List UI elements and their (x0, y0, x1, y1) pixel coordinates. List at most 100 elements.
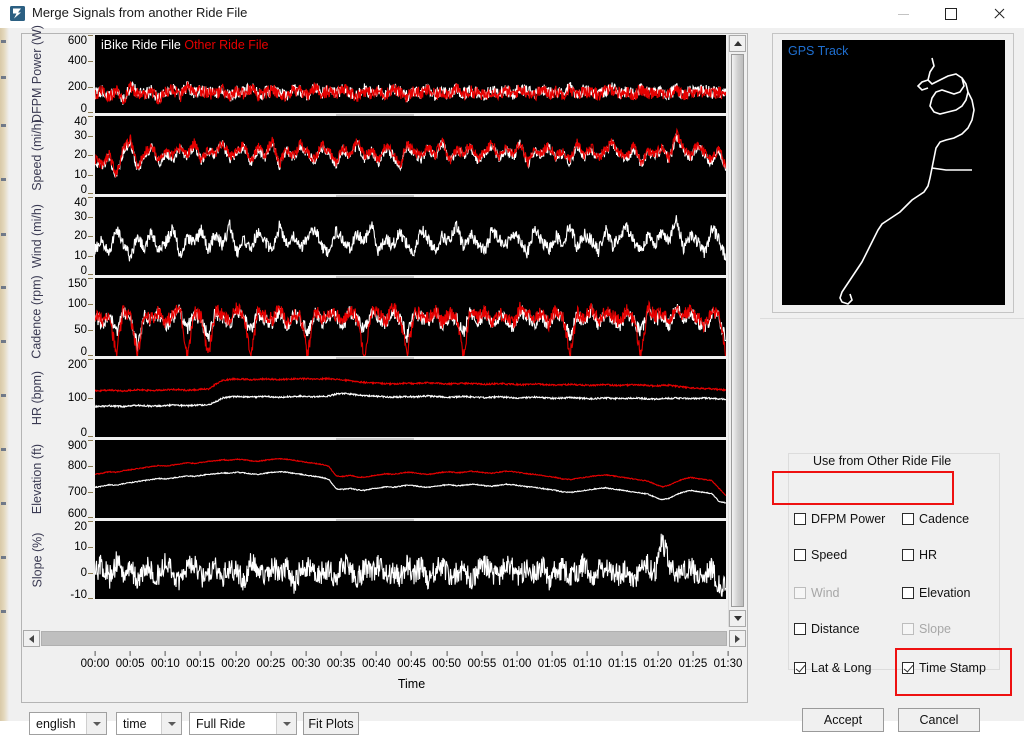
series-line (95, 215, 726, 261)
plot-canvas[interactable] (95, 278, 726, 356)
scroll-left-button[interactable] (23, 630, 40, 647)
scroll-down-button[interactable] (729, 610, 746, 627)
y-tick-mark (88, 278, 93, 279)
y-axis-label: HR (bpm) (29, 359, 45, 437)
x-tick-label: 01:10 (573, 658, 602, 670)
checkbox-unchecked-icon (794, 587, 806, 599)
checkbox-dfpm-power[interactable]: DFPM Power (794, 512, 885, 526)
checkbox-unchecked-icon (902, 549, 914, 561)
checkbox-cadence[interactable]: Cadence (902, 512, 969, 526)
y-axis-label: Wind (mi/h) (29, 197, 45, 275)
y-axis-label-text: Speed (mi/h) (30, 119, 44, 191)
plot-canvas[interactable] (95, 116, 726, 194)
y-tick-label: 0 (81, 265, 87, 277)
maximize-button[interactable] (928, 0, 974, 28)
range-arrow[interactable] (276, 713, 296, 734)
y-axis-label: Elevation (ft) (29, 440, 45, 518)
y-tick-mark (88, 136, 93, 137)
x-tick-label: 00:05 (116, 658, 145, 670)
plot-canvas[interactable] (95, 440, 726, 518)
x-tick-label: 01:20 (643, 658, 672, 670)
x-tick-mark (552, 651, 553, 656)
checkbox-label: Cadence (919, 512, 969, 526)
accept-button[interactable]: Accept (802, 708, 884, 732)
scroll-right-button[interactable] (729, 630, 746, 647)
plot-canvas[interactable] (95, 521, 726, 599)
x-tick-mark (657, 651, 658, 656)
series-line (95, 378, 726, 392)
y-tick-label: 600 (68, 35, 87, 47)
x-tick-label: 00:50 (432, 658, 461, 670)
x-tick: 01:05 (538, 651, 567, 670)
checkbox-hr[interactable]: HR (902, 548, 937, 562)
x-tick: 00:15 (186, 651, 215, 670)
y-tick-mark (88, 398, 93, 399)
checkbox-time-stamp[interactable]: Time Stamp (902, 661, 986, 675)
checkbox-label: Distance (811, 622, 860, 636)
plots-pane: DFPM Power (W)0200400600iBike Ride File … (9, 28, 760, 721)
x-axis-mode-arrow[interactable] (161, 713, 181, 734)
x-tick-mark (728, 651, 729, 656)
checkbox-lat-long[interactable]: Lat & Long (794, 661, 871, 675)
x-tick-label: 00:30 (292, 658, 321, 670)
x-axis-mode-select[interactable]: time (116, 712, 182, 735)
vertical-scroll-thumb[interactable] (731, 54, 744, 607)
x-tick: 00:20 (221, 651, 250, 670)
x-tick-label: 00:35 (327, 658, 356, 670)
plot-stack: DFPM Power (W)0200400600iBike Ride File … (23, 35, 726, 627)
window-title: Merge Signals from another Ride File (32, 5, 247, 20)
unit-system-arrow[interactable] (86, 713, 106, 734)
unit-system-select[interactable]: english (29, 712, 107, 735)
chevron-up-icon (734, 41, 742, 46)
close-button[interactable] (976, 0, 1022, 28)
y-tick-mark (88, 598, 93, 599)
y-axis-label-text: HR (bpm) (30, 371, 44, 425)
plot-canvas[interactable] (95, 359, 726, 437)
cancel-button[interactable]: Cancel (898, 708, 980, 732)
y-tick-mark (88, 547, 93, 548)
plots-horizontal-scrollbar[interactable] (23, 630, 746, 648)
y-tick-label: 700 (68, 486, 87, 498)
gps-track-canvas[interactable]: GPS Track (782, 40, 1005, 305)
y-axis-label: DFPM Power (W) (29, 35, 45, 113)
y-tick-mark (88, 236, 93, 237)
x-tick-mark (200, 651, 201, 656)
x-tick-label: 00:25 (256, 658, 285, 670)
x-tick-mark (446, 651, 447, 656)
plot-panel: DFPM Power (W)0200400600iBike Ride File … (23, 35, 726, 113)
minimize-button[interactable] (880, 0, 926, 28)
checkbox-distance[interactable]: Distance (794, 622, 860, 636)
x-tick-mark (95, 651, 96, 656)
x-tick-mark (341, 651, 342, 656)
x-tick: 00:45 (397, 651, 426, 670)
checkbox-speed[interactable]: Speed (794, 548, 847, 562)
x-tick: 01:15 (608, 651, 637, 670)
y-axis-ticks: 0100200 (45, 359, 93, 437)
checkbox-checked-icon (902, 662, 914, 674)
plot-toolbar: english time Full Ride Fit Plots (21, 709, 748, 741)
checkbox-label: DFPM Power (811, 512, 885, 526)
y-axis-ticks: 600700800900 (45, 440, 93, 518)
y-tick-mark (88, 116, 93, 117)
series-line (95, 393, 726, 407)
plot-panel: Cadence (rpm)050100150 (23, 278, 726, 356)
y-tick-label: 100 (68, 298, 87, 310)
checkbox-unchecked-icon (794, 549, 806, 561)
horizontal-scroll-thumb[interactable] (41, 631, 727, 646)
plot-canvas[interactable]: iBike Ride File Other Ride File (95, 35, 726, 113)
x-tick-label: 00:15 (186, 658, 215, 670)
x-tick: 01:25 (678, 651, 707, 670)
checkbox-elevation[interactable]: Elevation (902, 586, 970, 600)
plot-canvas[interactable] (95, 197, 726, 275)
checkbox-unchecked-icon (902, 623, 914, 635)
y-axis-ticks: 010203040 (45, 197, 93, 275)
checkbox-label: Speed (811, 548, 847, 562)
minimize-icon (898, 14, 909, 15)
checkbox-label: Wind (811, 586, 839, 600)
range-select[interactable]: Full Ride (189, 712, 297, 735)
scroll-up-button[interactable] (729, 35, 746, 52)
chevron-down-icon (93, 722, 101, 726)
plots-vertical-scrollbar[interactable] (728, 35, 747, 627)
x-tick-mark (306, 651, 307, 656)
fit-plots-button[interactable]: Fit Plots (303, 712, 359, 735)
